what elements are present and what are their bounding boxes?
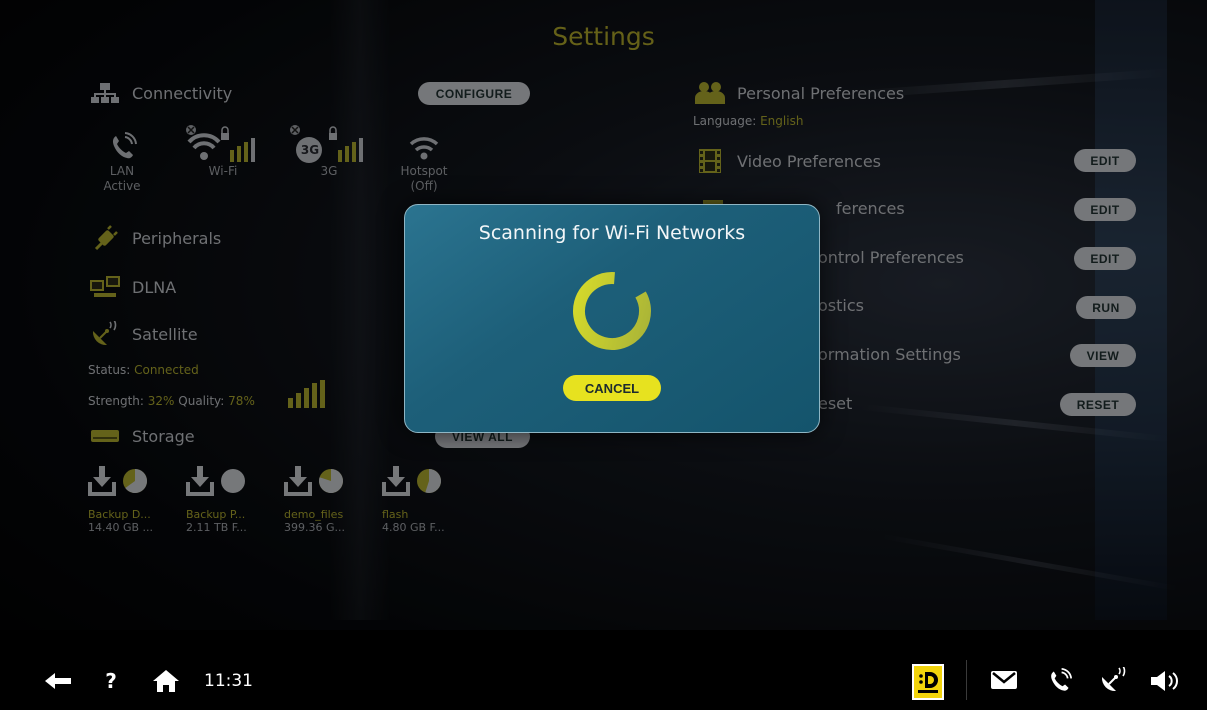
satellite-icon[interactable] bbox=[1100, 666, 1128, 694]
loading-spinner-icon bbox=[572, 271, 652, 351]
cancel-button[interactable]: CANCEL bbox=[563, 375, 661, 401]
mail-icon[interactable] bbox=[990, 670, 1018, 690]
wifi-scan-dialog: Scanning for Wi-Fi Networks CANCEL bbox=[404, 204, 820, 433]
dolby-d-logo bbox=[912, 664, 944, 700]
bottom-navigation-bar: ? 11:31 bbox=[0, 630, 1207, 710]
clock-time: 11:31 bbox=[204, 671, 253, 691]
dialog-title: Scanning for Wi-Fi Networks bbox=[478, 222, 746, 244]
back-arrow-icon[interactable] bbox=[44, 670, 72, 692]
help-icon[interactable]: ? bbox=[100, 669, 122, 693]
bar-divider bbox=[966, 660, 967, 700]
volume-icon[interactable] bbox=[1151, 670, 1181, 692]
settings-screen: Settings Connectivity CONFIGURE LAN Acti… bbox=[0, 0, 1207, 710]
home-icon[interactable] bbox=[153, 670, 179, 692]
phone-icon[interactable] bbox=[1046, 668, 1072, 694]
